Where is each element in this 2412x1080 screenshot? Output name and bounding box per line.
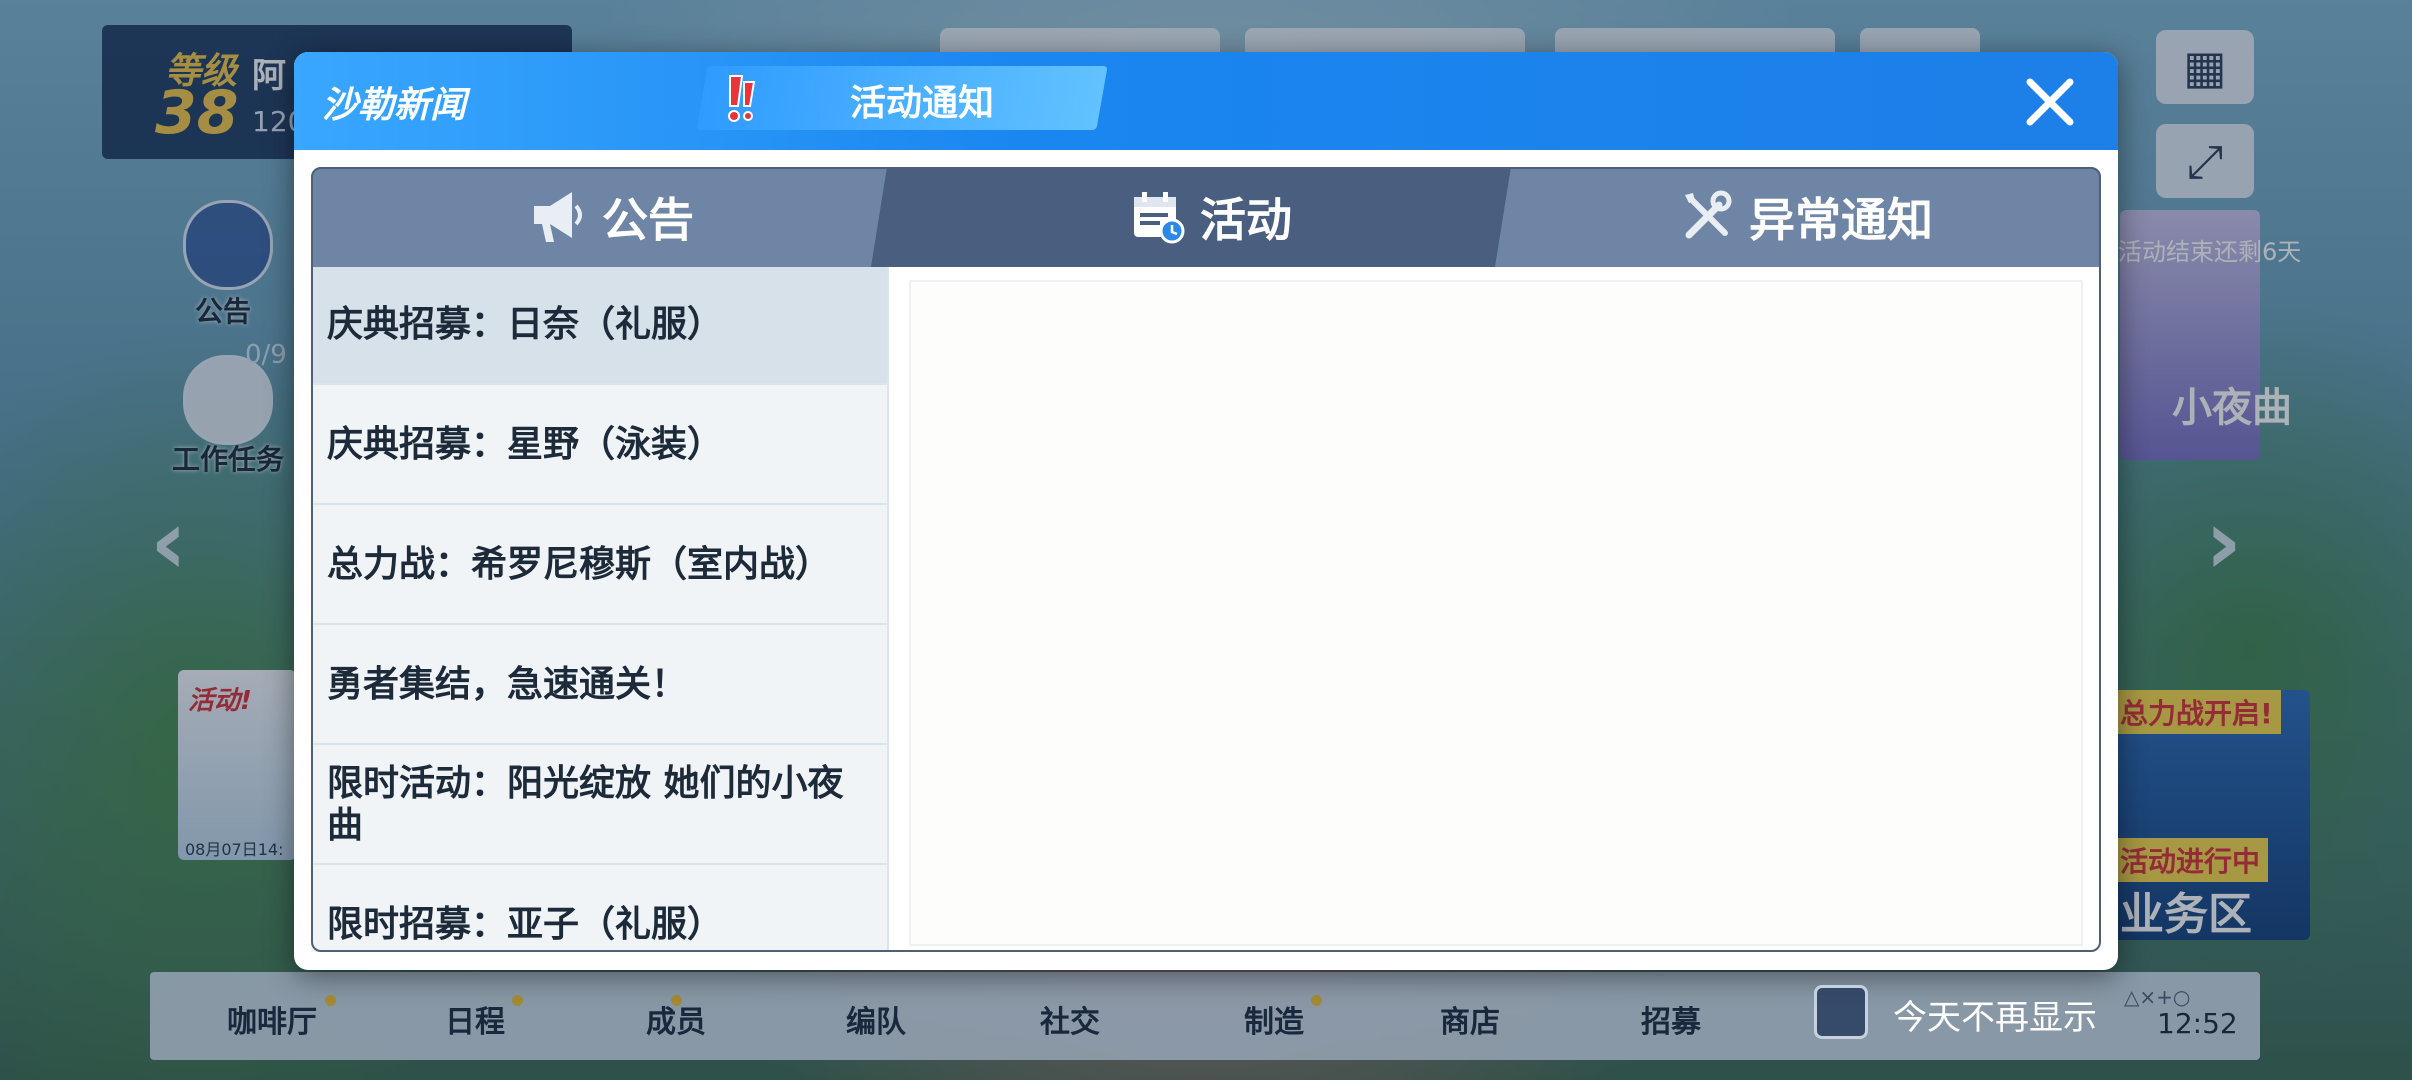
tab-announcement[interactable]: 公告 — [311, 167, 911, 267]
tools-icon — [1685, 190, 1732, 239]
activity-list[interactable]: 庆典招募：日奈（礼服） 庆典招募：星野（泳装） 总力战：希罗尼穆斯（室内战） 勇… — [311, 267, 889, 952]
tab-exception-notice[interactable]: 异常通知 — [1511, 167, 2101, 267]
tab-bar: 公告 活动 异常通知 — [311, 167, 2101, 267]
list-item[interactable]: 庆典招募：星野（泳装） — [311, 387, 887, 505]
activity-detail-pane[interactable] — [909, 280, 2083, 946]
dont-show-checkbox[interactable] — [1814, 985, 1868, 1039]
clock: 12:52 — [2157, 1007, 2238, 1040]
dialog-header: 沙勒新闻 活动通知 — [294, 52, 2118, 150]
alert-icon — [728, 75, 756, 122]
tab-announcement-label: 公告 — [602, 193, 694, 247]
news-dialog: 沙勒新闻 活动通知 公告 活动 异常通知 庆典招募：日奈（礼服） 庆典招募：星野… — [294, 52, 2118, 970]
status-icons: △×+○ — [2124, 985, 2191, 1009]
tab-activity-label: 活动 — [1200, 193, 1292, 247]
dont-show-label[interactable]: 今天不再显示 — [1893, 990, 2097, 1039]
header-tab-label: 活动通知 — [850, 83, 995, 124]
list-item[interactable]: 限时招募：亚子（礼服） — [311, 867, 887, 952]
megaphone-icon — [534, 192, 582, 242]
calendar-icon — [1134, 192, 1185, 244]
dialog-title: 沙勒新闻 — [322, 85, 467, 126]
list-item[interactable]: 勇者集结，急速通关！ — [311, 627, 887, 745]
tab-activity[interactable]: 活动 — [911, 167, 1511, 267]
list-item[interactable]: 庆典招募：日奈（礼服） — [311, 267, 887, 385]
list-item[interactable]: 总力战：希罗尼穆斯（室内战） — [311, 507, 887, 625]
tab-exception-label: 异常通知 — [1749, 193, 1933, 247]
list-item[interactable]: 限时活动：阳光绽放 她们的小夜曲 — [311, 747, 887, 865]
close-icon[interactable] — [2020, 72, 2080, 132]
